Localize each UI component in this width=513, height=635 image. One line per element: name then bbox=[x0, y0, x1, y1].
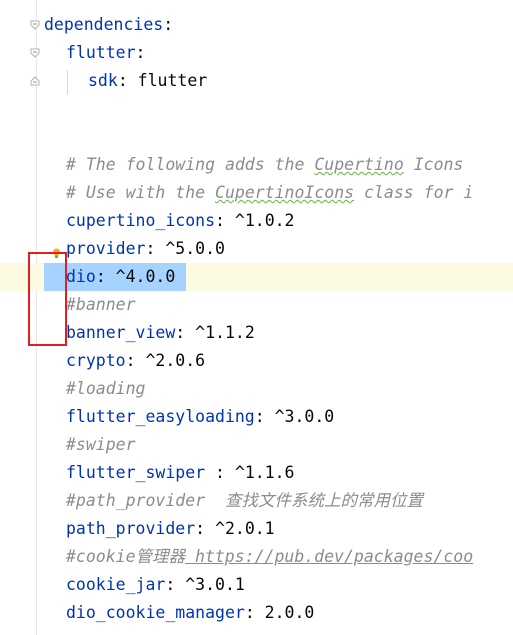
comment-text: class for i bbox=[354, 183, 474, 202]
yaml-key: sdk bbox=[88, 71, 118, 90]
code-line[interactable]: #cookie管理器 https://pub.dev/packages/coo bbox=[0, 543, 513, 571]
current-code-line[interactable]: dio: ^4.0.0 bbox=[0, 263, 513, 291]
comment-text: #swiper bbox=[66, 435, 136, 454]
colon: : bbox=[95, 267, 106, 286]
colon: : bbox=[195, 519, 206, 538]
spelling-warning[interactable]: Cupertino bbox=[314, 155, 403, 174]
comment-text: # Use with the bbox=[66, 183, 216, 202]
code-line[interactable]: # Use with the CupertinoIcons class for … bbox=[0, 179, 513, 207]
code-line[interactable]: dependencies: bbox=[0, 11, 513, 39]
colon: : bbox=[254, 407, 265, 426]
colon: : bbox=[117, 71, 128, 90]
colon: : bbox=[125, 351, 136, 370]
comment-text: #cookie bbox=[66, 547, 136, 566]
comment-text: # The following adds the bbox=[66, 155, 315, 174]
yaml-value: ^1.1.6 bbox=[224, 463, 295, 482]
code-line[interactable]: #loading bbox=[0, 375, 513, 403]
yaml-key: provider bbox=[66, 239, 146, 258]
yaml-value: ^1.1.2 bbox=[185, 323, 255, 342]
colon: : bbox=[244, 603, 255, 622]
yaml-key: banner_view bbox=[66, 323, 176, 342]
code-line[interactable]: banner_view: ^1.1.2 bbox=[0, 319, 513, 347]
comment-link[interactable]: https://pub.dev/packages/coo bbox=[185, 547, 473, 566]
yaml-key: flutter_swiper bbox=[66, 463, 206, 482]
comment-text: #banner bbox=[66, 295, 136, 314]
yaml-value: 2.0.0 bbox=[254, 603, 315, 622]
comment-text: #path_provider bbox=[66, 491, 225, 510]
yaml-key: cupertino_icons bbox=[66, 211, 216, 230]
comment-cjk-text: 管理器 bbox=[135, 547, 186, 566]
code-line[interactable]: #path_provider 查找文件系统上的常用位置 bbox=[0, 487, 513, 515]
comment-text: #loading bbox=[66, 379, 146, 398]
colon: : bbox=[165, 575, 176, 594]
yaml-key: path_provider bbox=[66, 519, 196, 538]
yaml-value: flutter bbox=[127, 71, 208, 90]
code-line[interactable]: path_provider: ^2.0.1 bbox=[0, 515, 513, 543]
comment-cjk-text: 查找文件系统上的常用位置 bbox=[224, 491, 423, 510]
yaml-value: ^2.0.1 bbox=[205, 519, 275, 538]
code-line[interactable]: flutter: bbox=[0, 39, 513, 67]
code-line[interactable]: #swiper bbox=[0, 431, 513, 459]
colon: : bbox=[135, 43, 146, 62]
code-line[interactable]: provider: ^5.0.0 bbox=[0, 235, 513, 263]
yaml-value: ^4.0.0 bbox=[105, 267, 176, 286]
code-line[interactable]: dio_cookie_manager: 2.0.0 bbox=[0, 599, 513, 627]
code-line[interactable]: cupertino_icons: ^1.0.2 bbox=[0, 207, 513, 235]
colon: : bbox=[175, 323, 186, 342]
yaml-value: ^1.0.2 bbox=[224, 211, 295, 230]
code-line[interactable]: flutter_swiper : ^1.1.6 bbox=[0, 459, 513, 487]
code-line[interactable]: crypto: ^2.0.6 bbox=[0, 347, 513, 375]
colon: : bbox=[163, 15, 174, 34]
annotation-highlight-box bbox=[28, 252, 67, 346]
code-line[interactable]: #banner bbox=[0, 291, 513, 319]
spelling-warning[interactable]: CupertinoIcons bbox=[215, 183, 354, 202]
yaml-key: cookie_jar bbox=[66, 575, 166, 594]
yaml-key: dio_cookie_manager bbox=[66, 603, 245, 622]
yaml-key: dio bbox=[66, 267, 96, 286]
colon: : bbox=[205, 463, 225, 482]
comment-text: Icons bbox=[403, 155, 464, 174]
yaml-key: crypto bbox=[66, 351, 126, 370]
colon: : bbox=[145, 239, 156, 258]
yaml-key: flutter bbox=[66, 43, 136, 62]
code-line[interactable]: flutter_easyloading: ^3.0.0 bbox=[0, 403, 513, 431]
yaml-value: ^5.0.0 bbox=[155, 239, 225, 258]
yaml-key: flutter_easyloading bbox=[66, 407, 255, 426]
code-line[interactable]: # The following adds the Cupertino Icons bbox=[0, 151, 513, 179]
code-line[interactable]: cookie_jar: ^3.0.1 bbox=[0, 571, 513, 599]
code-line[interactable]: sdk: flutter bbox=[0, 67, 513, 95]
colon: : bbox=[215, 211, 225, 230]
yaml-key: dependencies bbox=[44, 15, 164, 34]
yaml-value: ^3.0.1 bbox=[175, 575, 245, 594]
yaml-value: ^2.0.6 bbox=[135, 351, 206, 370]
code-editor[interactable]: dependencies: flutter: sdk: flutter # Th… bbox=[0, 0, 513, 635]
yaml-value: ^3.0.0 bbox=[264, 407, 335, 426]
